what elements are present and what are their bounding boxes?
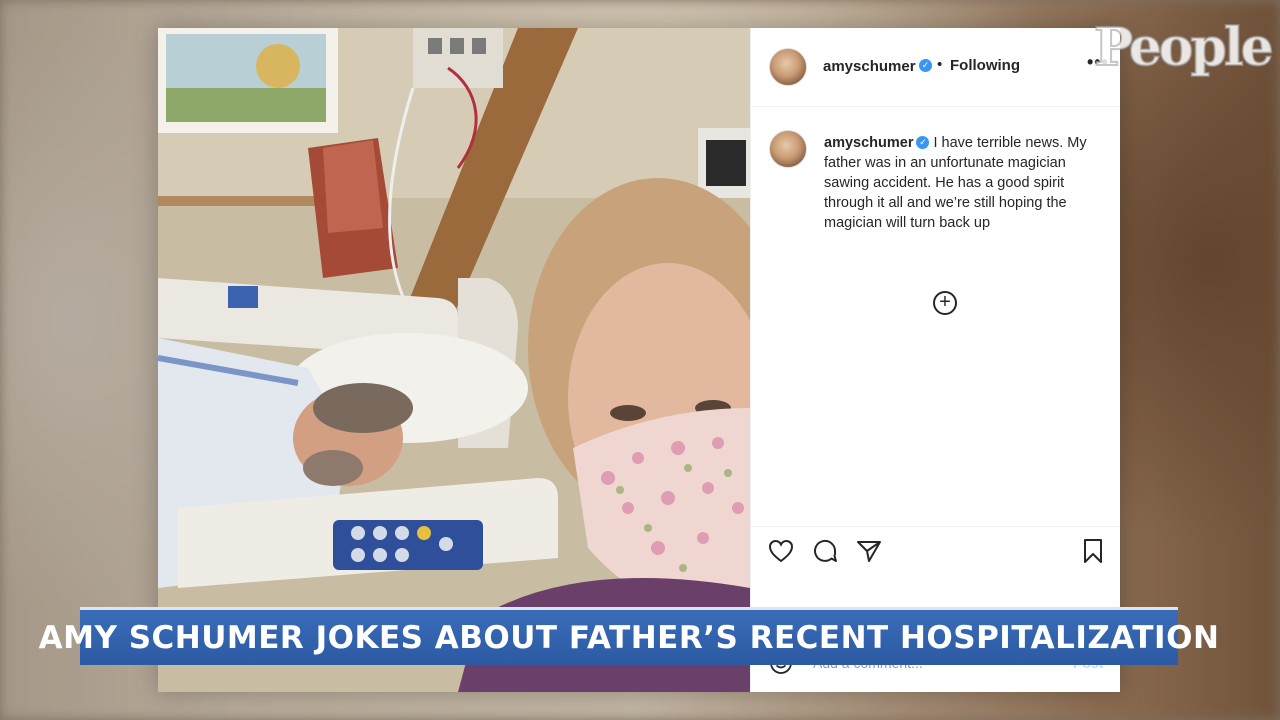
caption-verified-badge-icon: ✓ bbox=[916, 135, 930, 149]
post-actions bbox=[751, 526, 1120, 577]
comment-icon[interactable] bbox=[811, 537, 839, 565]
post-sidebar: amyschumer ✓ • Following ••• amyschumer ✓… bbox=[750, 28, 1120, 692]
headline-text: AMY SCHUMER JOKES ABOUT FATHER’S RECENT … bbox=[38, 619, 1220, 656]
share-icon[interactable] bbox=[855, 537, 883, 565]
avatar[interactable] bbox=[769, 48, 807, 86]
separator-dot: • bbox=[937, 56, 943, 73]
verified-badge-icon: ✓ bbox=[919, 59, 932, 72]
following-button[interactable]: Following bbox=[950, 57, 1020, 74]
caption-body: amyschumer ✓ I have terrible news. My fath… bbox=[824, 133, 1104, 233]
load-more-comments-icon[interactable]: + bbox=[933, 291, 957, 315]
headline-banner: AMY SCHUMER JOKES ABOUT FATHER’S RECENT … bbox=[39, 607, 1219, 665]
post-header: amyschumer ✓ • Following ••• bbox=[751, 28, 1120, 107]
heart-icon[interactable] bbox=[767, 537, 795, 565]
caption-avatar[interactable] bbox=[769, 130, 807, 168]
header-username[interactable]: amyschumer bbox=[823, 58, 916, 75]
hospital-selfie-image bbox=[158, 28, 750, 692]
instagram-post-card: amyschumer ✓ • Following ••• amyschumer ✓… bbox=[158, 28, 1120, 692]
bookmark-icon[interactable] bbox=[1079, 537, 1107, 565]
post-photo bbox=[158, 28, 750, 692]
people-logo: People bbox=[1093, 17, 1275, 78]
caption-username[interactable]: amyschumer bbox=[824, 135, 913, 151]
